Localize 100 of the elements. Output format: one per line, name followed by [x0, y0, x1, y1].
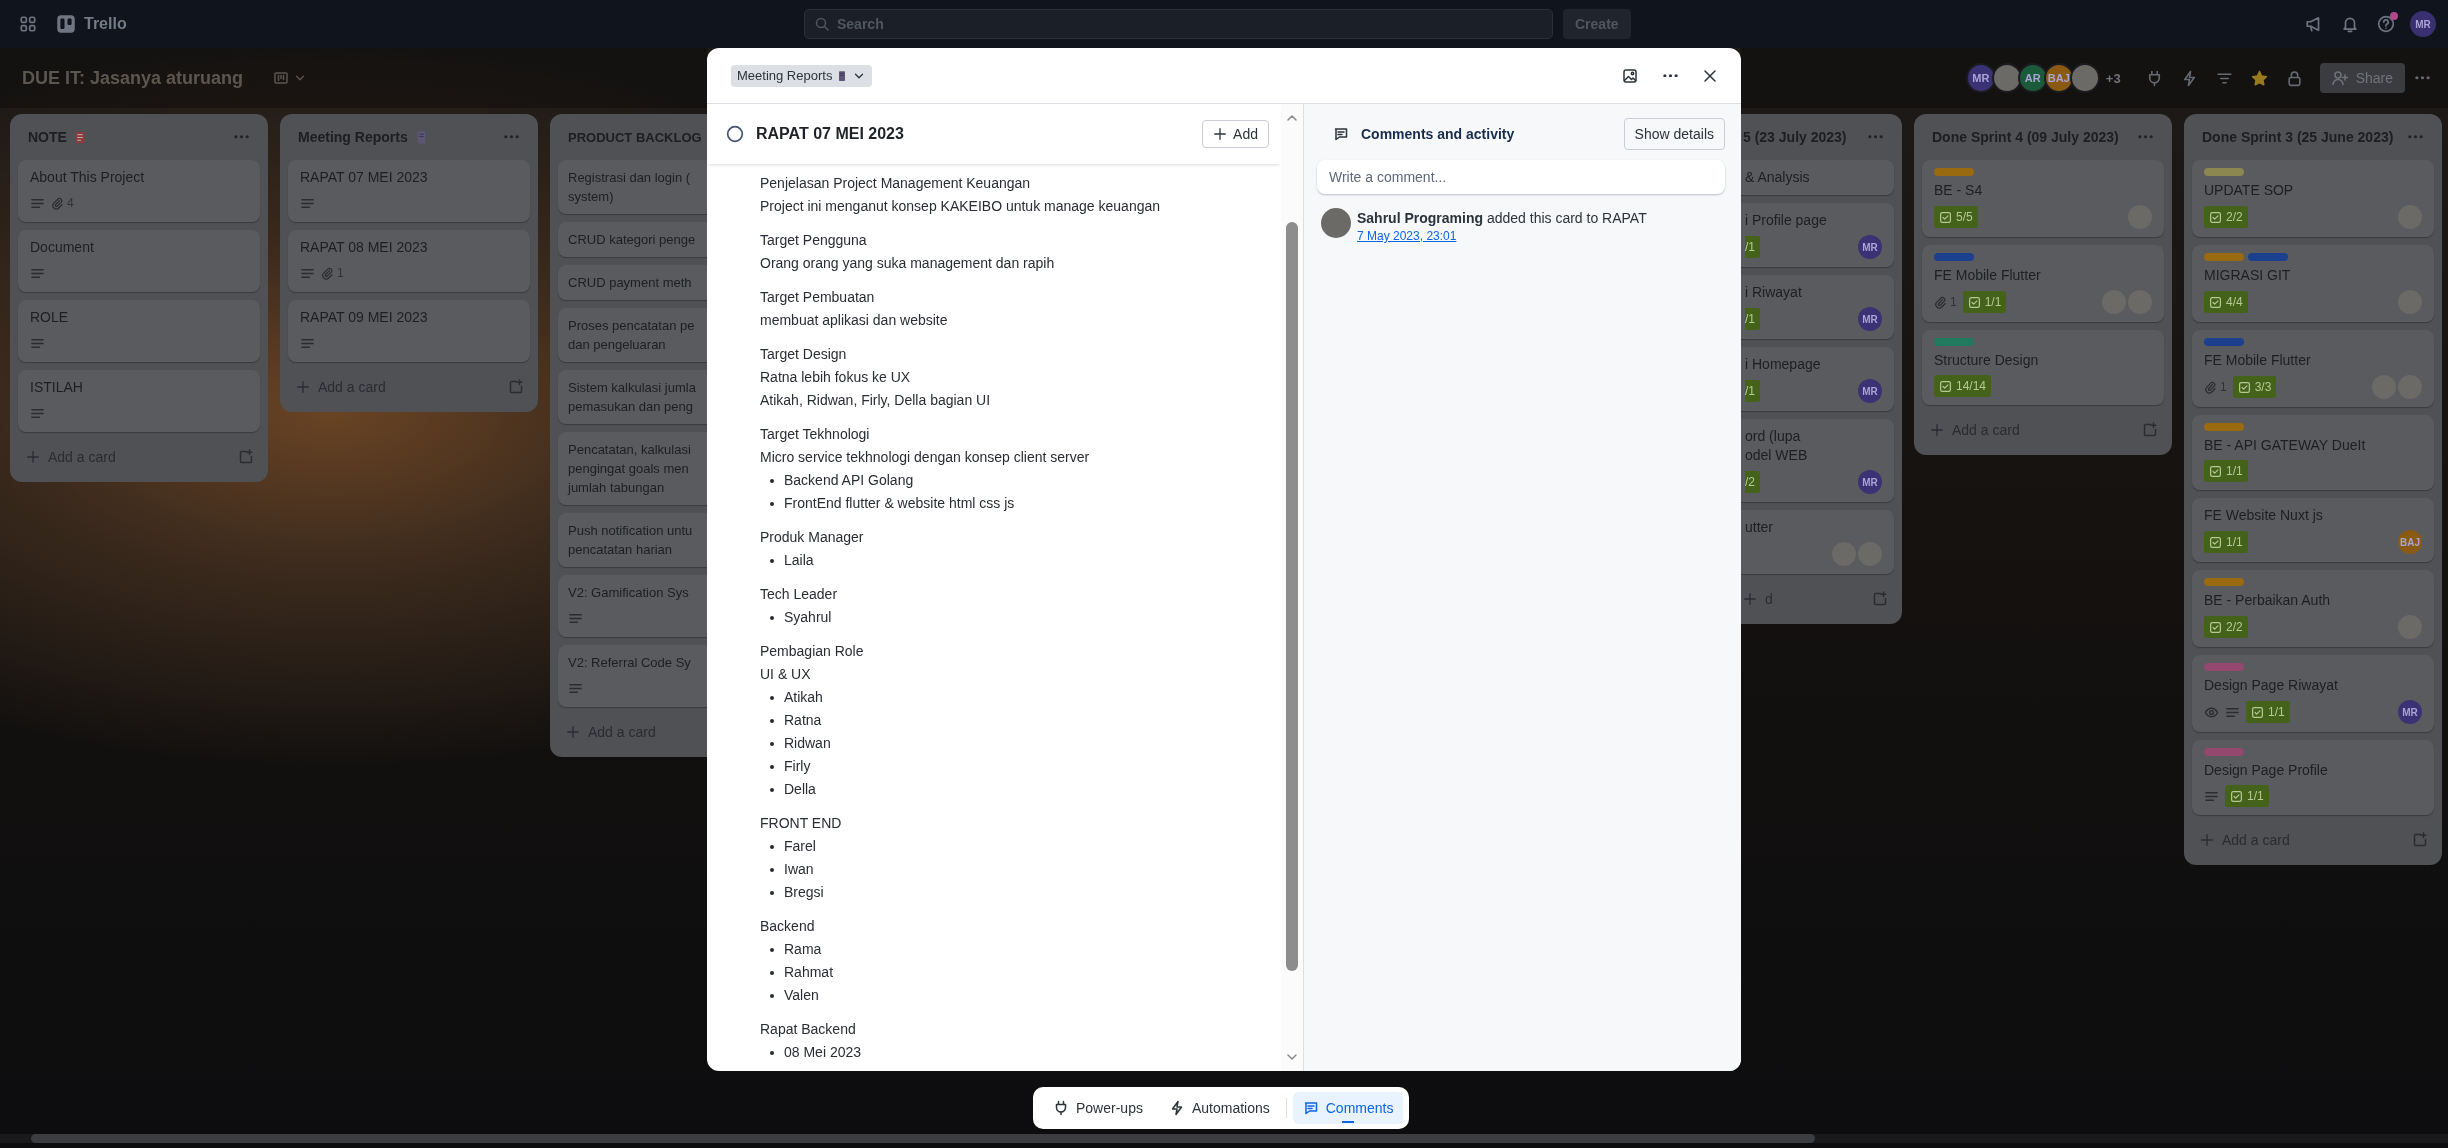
plus-icon	[1213, 127, 1228, 141]
card[interactable]: utter	[1741, 510, 1894, 574]
show-details-button[interactable]: Show details	[1623, 118, 1725, 150]
description-text: FRONT END	[760, 814, 843, 833]
plus-icon	[296, 380, 310, 394]
board-title[interactable]: DUE IT: Jasanya aturuang	[22, 67, 244, 89]
card[interactable]: i Homepage /1 MR	[1741, 347, 1894, 411]
card[interactable]: Document	[18, 230, 260, 292]
bullet-item: Bregsi	[760, 881, 1281, 904]
checklist-count: 2/2	[2226, 620, 2243, 634]
card[interactable]: ISTILAH	[18, 370, 260, 432]
complete-checkbox[interactable]	[726, 125, 744, 143]
more-icon	[2415, 76, 2430, 80]
bullet-item: Ratna	[760, 709, 1281, 732]
grid-icon	[19, 15, 37, 33]
list-picker-button[interactable]: Meeting Reports	[731, 64, 873, 87]
card-title: ROLE	[30, 308, 70, 327]
card[interactable]: ROLE	[18, 300, 260, 362]
vertical-scrollbar[interactable]	[1281, 104, 1303, 1071]
paperclip-icon	[2204, 380, 2217, 394]
card[interactable]: FE Website Nuxt js 1/1 BAJ	[2192, 498, 2434, 562]
card[interactable]: Design Page Riwayat 1/1 MR	[2192, 655, 2434, 732]
card[interactable]: UPDATE SOP 2/2	[2192, 160, 2434, 237]
checklist-count: 1/1	[2226, 535, 2243, 549]
card-title: FE Mobile Flutter	[1934, 266, 2042, 285]
share-button[interactable]: Share	[2319, 63, 2405, 93]
card[interactable]: BE - S4 5/5	[1922, 160, 2164, 237]
template-icon	[2412, 832, 2428, 848]
template-icon	[508, 379, 524, 395]
checkbox-icon	[2209, 535, 2222, 549]
description-text: UI & UX	[760, 665, 812, 684]
card-title: i Profile page	[1745, 211, 1828, 230]
card[interactable]: RAPAT 09 MEI 2023	[288, 300, 530, 362]
card[interactable]: i Profile page /1 MR	[1741, 203, 1894, 267]
user-avatar: MR	[2398, 700, 2422, 724]
horizontal-scrollbar[interactable]	[0, 1134, 2448, 1143]
card[interactable]: Proses pencatatan pe dan pengeluaran	[558, 308, 707, 362]
plus-icon	[26, 450, 40, 464]
comment-icon	[1302, 1100, 1319, 1116]
plus-icon	[1743, 592, 1757, 606]
card[interactable]: V2: Gamification Sys	[558, 575, 707, 637]
member-count[interactable]: +3	[2105, 70, 2121, 86]
checklist-badge: /1	[1745, 236, 1760, 258]
checklist-count: 1/1	[2268, 705, 2285, 719]
card[interactable]: Push notification untu pencatatan harian	[558, 513, 707, 567]
user-avatar: MR	[1858, 470, 1882, 494]
product-name[interactable]: Trello	[84, 15, 127, 33]
description-text: Atikah, Ridwan, Firly, Della bagian UI	[760, 391, 992, 410]
card[interactable]: Structure Design 14/14	[1922, 330, 2164, 405]
card[interactable]: BE - Perbaikan Auth 2/2	[2192, 570, 2434, 647]
paperclip-icon	[51, 196, 64, 210]
bullet-item: Rahmat	[760, 961, 1281, 984]
plus-icon	[566, 725, 580, 739]
comment-field[interactable]: Write a comment...	[1317, 160, 1725, 194]
card[interactable]: Pencatatan, kalkulasi pengingat goals men jumlah tabungan	[558, 432, 707, 505]
card-title: Structure Design	[1934, 351, 2040, 370]
checkbox-icon	[2209, 464, 2222, 478]
card[interactable]: Design Page Profile 1/1	[2192, 740, 2434, 815]
user-avatar: MR	[1858, 307, 1882, 331]
bullet-item: Della	[760, 778, 1281, 801]
description-text: Rapat Backend	[760, 1020, 857, 1039]
checklist-badge: /1	[1745, 308, 1760, 330]
bullet-item: Iwan	[760, 858, 1281, 881]
card[interactable]: CRUD kategori penge	[558, 222, 707, 257]
toolbar-button[interactable]: Power-ups	[1043, 1092, 1153, 1124]
card[interactable]: Sistem kalkulasi jumla pemasukan dan peng	[558, 370, 707, 424]
description-text: Tech Leader	[760, 585, 839, 604]
card[interactable]: BE - API GATEWAY DueIt 1/1	[2192, 415, 2434, 490]
description-text: Target Pembuatan	[760, 288, 876, 307]
card[interactable]: V2: Referral Code Sy	[558, 645, 707, 707]
timestamp-link[interactable]: 7 May 2023, 23:01	[1357, 228, 1457, 244]
card-title: RAPAT 07 MEI 2023	[300, 168, 429, 187]
card[interactable]: CRUD payment meth	[558, 265, 707, 300]
card[interactable]: Registrasi dan login ( system)	[558, 160, 707, 214]
user-avatar: MR	[1858, 235, 1882, 259]
description-text: Project ini menganut konsep KAKEIBO untuk manage keuangan	[760, 197, 1162, 216]
checklist-count: 1/1	[1984, 295, 2002, 309]
card-title: ord (lupa odel WEB	[1745, 427, 1809, 465]
card-title: RAPAT 08 MEI 2023	[300, 238, 429, 257]
more-icon	[233, 135, 249, 139]
card-title: FE Mobile Flutter	[2204, 351, 2312, 370]
card[interactable]: RAPAT 07 MEI 2023	[288, 160, 530, 222]
search-field[interactable]: Search	[804, 9, 1553, 39]
toolbar-button[interactable]: Comments	[1292, 1092, 1404, 1124]
card[interactable]: MIGRASI GIT 4/4	[2192, 245, 2434, 322]
checklist-count: 2/2	[2226, 210, 2243, 224]
description-text: Penjelasan Project Management Keuangan	[760, 174, 1032, 193]
card-title: utter	[1745, 518, 1774, 537]
card[interactable]: i Riwayat /1 MR	[1741, 275, 1894, 339]
checklist-badge: /2	[1745, 471, 1760, 493]
toolbar-button[interactable]: Automations	[1158, 1092, 1280, 1124]
checkbox-icon	[1939, 379, 1952, 393]
card[interactable]: ord (lupa odel WEB /2 MR	[1741, 419, 1894, 502]
star-icon	[2250, 69, 2268, 87]
card-title: MIGRASI GIT	[2204, 266, 2292, 285]
checkbox-icon	[2209, 620, 2222, 634]
more-icon	[2407, 135, 2423, 139]
card-title: Design Page Riwayat	[2204, 676, 2339, 695]
add-button[interactable]: Add	[1202, 120, 1269, 148]
card[interactable]: & Analysis	[1741, 160, 1894, 195]
